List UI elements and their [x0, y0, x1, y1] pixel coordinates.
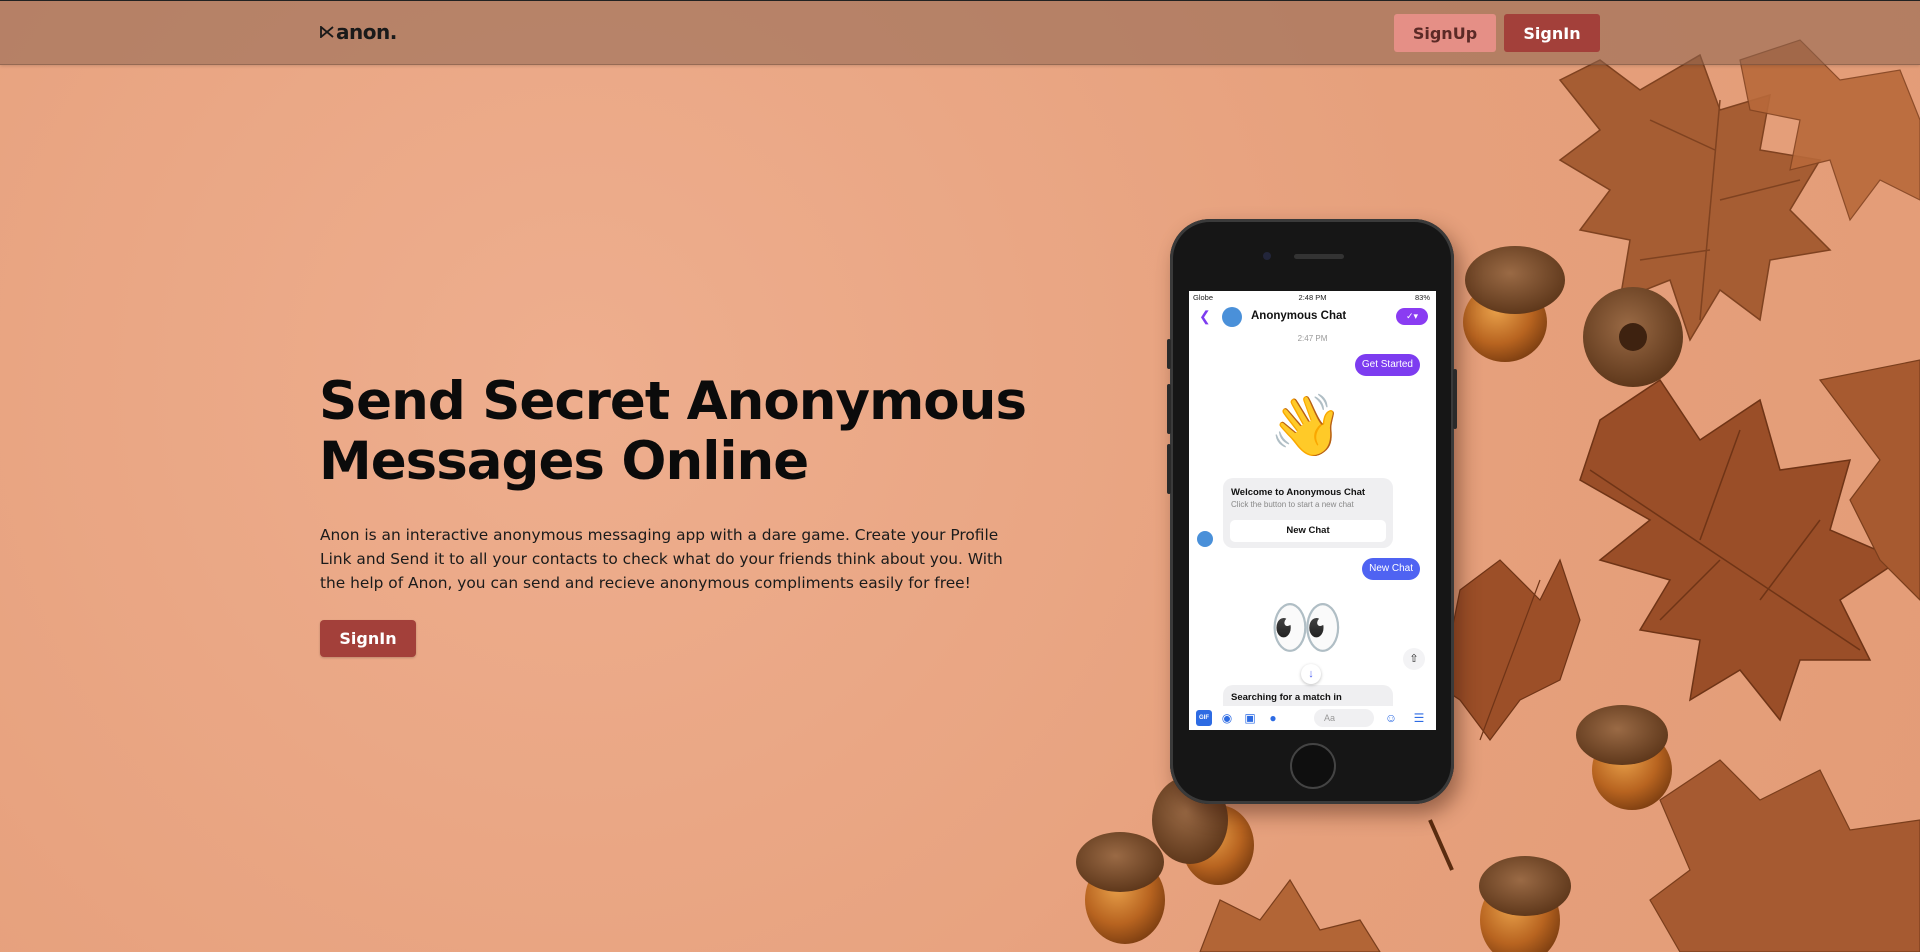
share-icon[interactable]: ⇧ [1403, 648, 1425, 670]
chat-header: ❮ Anonymous Chat ✓▾ [1189, 304, 1436, 330]
oak-leaf-top-right [1558, 53, 1832, 342]
hero-title: Send Secret Anonymous Messages Online [319, 371, 1027, 492]
status-bar: Globe 2:48 PM 83% [1189, 291, 1436, 303]
message-composer: GIF ◉ ▣ ● Aa ☺ ☰ [1189, 706, 1436, 730]
top-navbar: anon. SignUp SignIn [0, 0, 1920, 65]
phone-volume-down [1167, 444, 1171, 494]
acorn-4 [1076, 832, 1165, 944]
oak-leaf-middle-right [1579, 378, 1902, 722]
eyes-emoji: 👀 [1269, 594, 1344, 661]
bot-avatar [1197, 531, 1213, 547]
emoji-icon[interactable]: ☺ [1383, 710, 1399, 726]
battery-label: 83% [1414, 293, 1430, 302]
phone-speaker [1294, 254, 1344, 259]
checkmark-dropdown-icon[interactable]: ✓▾ [1396, 308, 1428, 325]
home-button [1290, 743, 1336, 789]
message-get-started: Get Started [1354, 354, 1420, 376]
bowtie-logo-icon [320, 26, 334, 38]
nav-signin-button[interactable]: SignIn [1504, 14, 1600, 52]
image-icon[interactable]: ▣ [1242, 710, 1258, 726]
status-time: 2:48 PM [1298, 293, 1327, 302]
hero-signin-button[interactable]: SignIn [320, 620, 416, 657]
oak-leaf-bottom-right [1649, 759, 1920, 952]
message-input[interactable]: Aa [1314, 709, 1374, 727]
acorn-1 [1463, 246, 1565, 362]
new-chat-button[interactable]: New Chat [1230, 520, 1386, 542]
acorn-3 [1576, 705, 1672, 810]
signup-button[interactable]: SignUp [1394, 14, 1496, 52]
arrow-down-icon[interactable]: ↓ [1301, 664, 1321, 684]
front-camera [1263, 252, 1271, 260]
chat-timestamp: 2:47 PM [1297, 334, 1328, 343]
phone-screen: Globe 2:48 PM 83% ❮ Anonymous Chat ✓▾ 2:… [1189, 291, 1436, 730]
welcome-card-subtitle: Click the button to start a new chat [1231, 500, 1354, 509]
logo[interactable]: anon. [320, 18, 397, 46]
waving-hand-emoji: 👋 [1269, 392, 1344, 459]
camera-icon[interactable]: ◉ [1219, 710, 1235, 726]
acorn-cap-2 [1583, 287, 1683, 387]
oak-leaf-top-right-2 [1739, 39, 1920, 222]
top-border-line [0, 0, 1920, 1]
phone-volume-up [1167, 384, 1171, 434]
acorn-6 [1479, 856, 1571, 952]
chat-title: Anonymous Chat [1251, 310, 1347, 322]
logo-text: anon. [336, 20, 397, 44]
avatar [1222, 307, 1242, 327]
gif-icon[interactable]: GIF [1196, 710, 1212, 726]
phone-power-button [1453, 369, 1457, 429]
oak-leaf-bottom-center [1199, 878, 1381, 952]
oak-leaf-right-edge [1818, 359, 1920, 601]
hero-description: Anon is an interactive anonymous messagi… [320, 526, 1003, 592]
microphone-icon[interactable]: ● [1265, 710, 1281, 726]
welcome-card-title: Welcome to Anonymous Chat [1231, 487, 1366, 498]
chevron-left-icon[interactable]: ❮ [1199, 309, 1211, 323]
welcome-card: Welcome to Anonymous Chat Click the butt… [1223, 478, 1393, 548]
searching-card-title: Searching for a match in [1231, 692, 1342, 703]
menu-icon[interactable]: ☰ [1411, 710, 1427, 726]
phone-side-button [1167, 339, 1171, 369]
phone-mockup: Globe 2:48 PM 83% ❮ Anonymous Chat ✓▾ 2:… [1167, 219, 1457, 804]
message-new-chat: New Chat [1362, 558, 1420, 580]
